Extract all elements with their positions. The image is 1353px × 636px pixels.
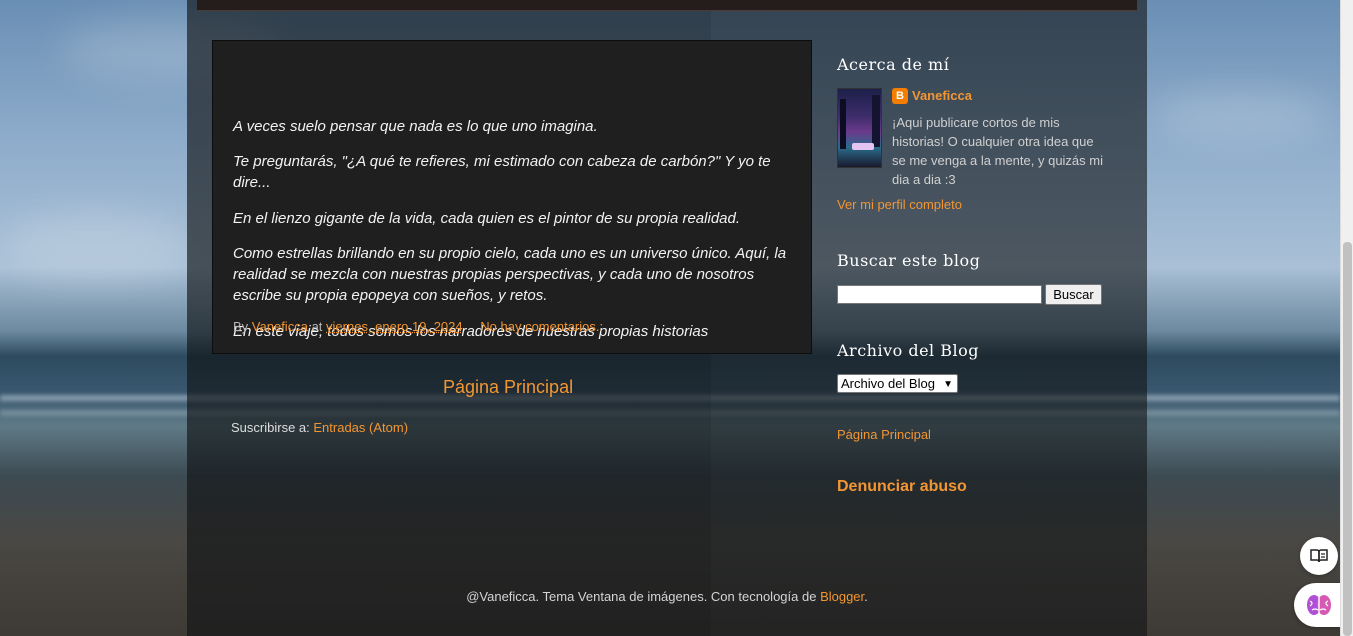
post-comments-link[interactable]: No hay comentarios.: xyxy=(480,319,603,334)
brain-icon xyxy=(1307,595,1331,615)
archive-select[interactable]: Archivo del Blog ▼ xyxy=(837,374,958,393)
background-cloud xyxy=(1150,90,1330,140)
profile-description: ¡Aqui publicare cortos de mis historias!… xyxy=(892,115,1103,187)
sidebar-home-link[interactable]: Página Principal xyxy=(837,427,931,442)
search-title: Buscar este blog xyxy=(837,251,981,270)
archive-selected-value: Archivo del Blog xyxy=(841,376,935,391)
footer-text: @Vaneficca. Tema Ventana de imágenes. Co… xyxy=(466,589,821,604)
subscribe-line: Suscribirse a: Entradas (Atom) xyxy=(231,420,408,435)
chevron-down-icon: ▼ xyxy=(943,379,953,390)
post-author-link[interactable]: Vaneficca xyxy=(252,319,308,334)
atom-feed-link[interactable]: Entradas (Atom) xyxy=(313,420,408,435)
blogger-link[interactable]: Blogger xyxy=(820,589,864,604)
profile-name-link[interactable]: Vaneficca xyxy=(912,88,972,103)
subscribe-label: Suscribirse a: xyxy=(231,420,310,435)
post-footer: By Vaneficca at viernes, enero 19, 2024 … xyxy=(233,319,603,334)
reader-mode-button[interactable] xyxy=(1300,537,1338,575)
reader-mode-icon xyxy=(1310,549,1328,563)
post-paragraph: A veces suelo pensar que nada es lo que … xyxy=(233,118,598,135)
scrollbar-thumb[interactable] xyxy=(1343,242,1352,636)
page-footer: @Vaneficca. Tema Ventana de imágenes. Co… xyxy=(187,589,1147,604)
profile-avatar[interactable] xyxy=(837,88,882,168)
search-input[interactable] xyxy=(837,285,1042,304)
post-paragraph: En el lienzo gigante de la vida, cada qu… xyxy=(233,210,741,227)
page-scrollbar[interactable] xyxy=(1340,0,1353,636)
footer-suffix: . xyxy=(864,589,868,604)
post-paragraph: Como estrellas brillando en su propio ci… xyxy=(233,245,787,304)
blog-post: A veces suelo pensar que nada es lo que … xyxy=(212,40,812,354)
blogger-icon: B xyxy=(892,88,908,104)
archive-title: Archivo del Blog xyxy=(837,341,980,360)
header-strip xyxy=(197,0,1137,11)
post-paragraph: Te preguntarás, "¿A qué te refieres, mi … xyxy=(233,153,771,191)
post-at-label: at xyxy=(311,319,323,334)
home-page-link[interactable]: Página Principal xyxy=(443,377,573,398)
view-profile-link[interactable]: Ver mi perfil completo xyxy=(837,197,962,212)
post-date-link[interactable]: viernes, enero 19, 2024 xyxy=(326,319,463,334)
about-title: Acerca de mí xyxy=(837,55,950,74)
assistant-button[interactable] xyxy=(1294,583,1344,627)
search-button[interactable]: Buscar xyxy=(1045,284,1102,305)
post-by-label: By xyxy=(233,319,249,334)
report-abuse-link[interactable]: Denunciar abuso xyxy=(837,478,967,496)
background-cloud xyxy=(0,210,190,280)
